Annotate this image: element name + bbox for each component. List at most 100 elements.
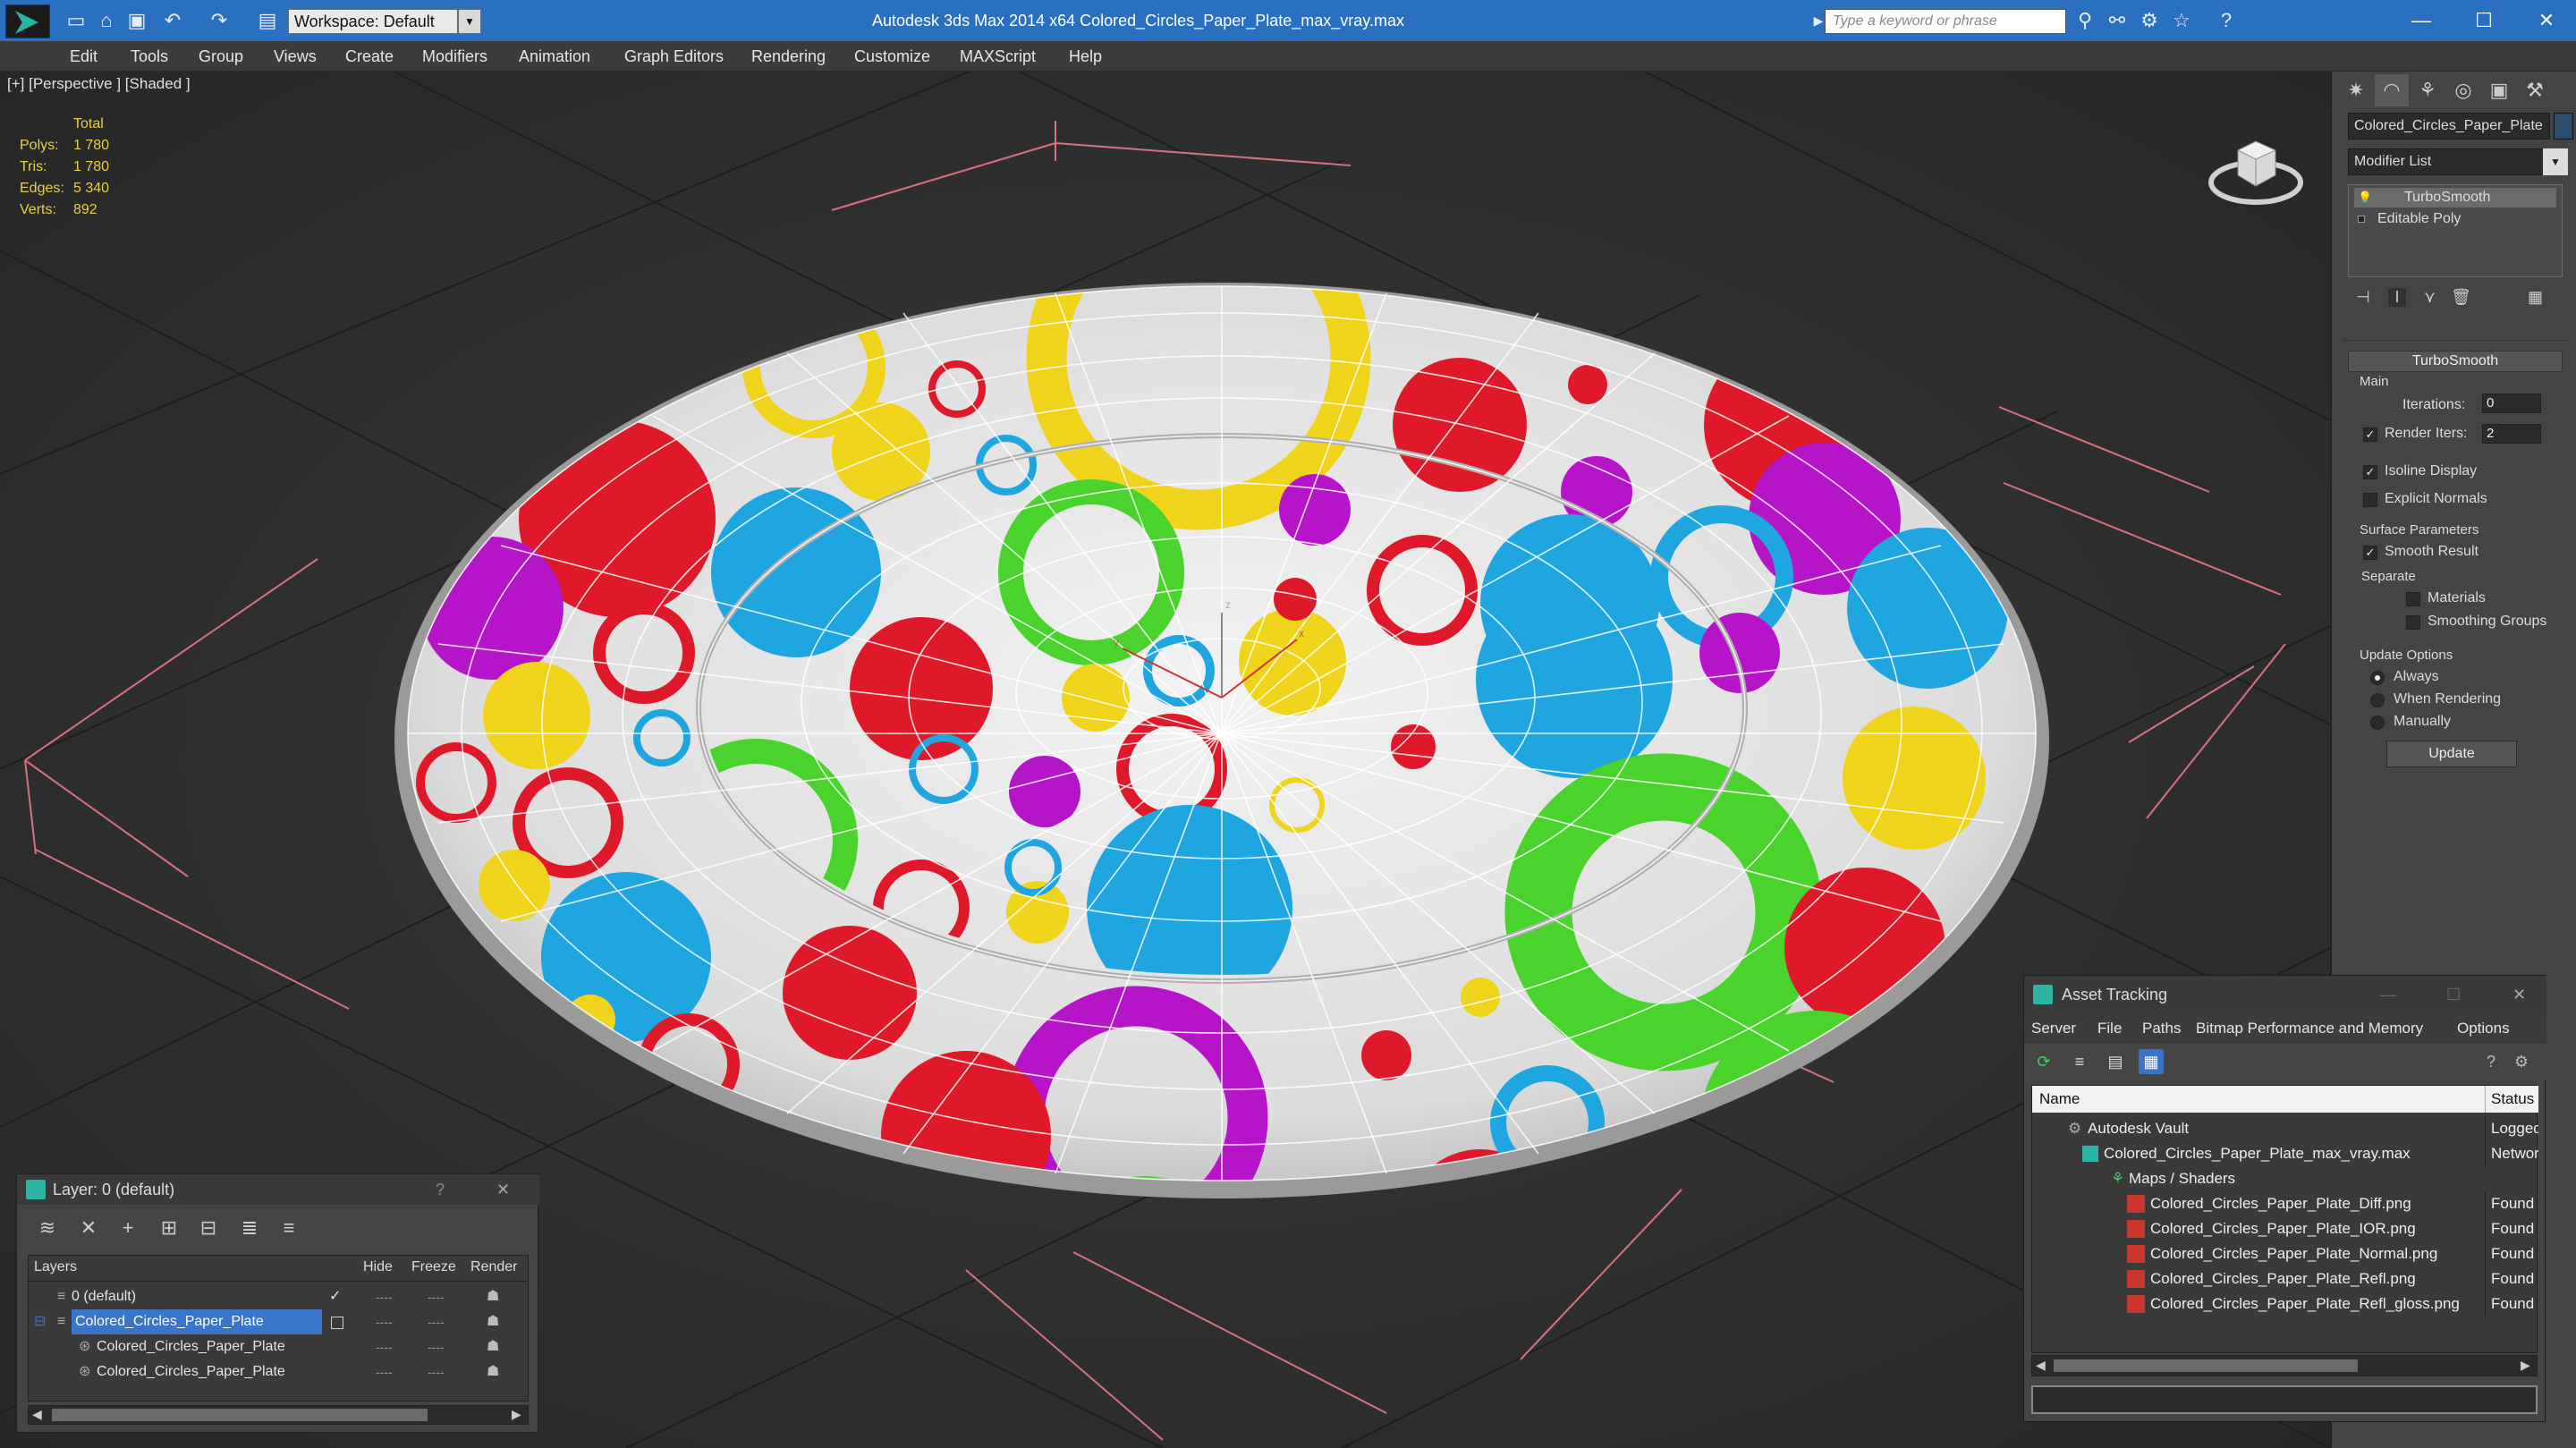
close-button[interactable]: ✕ <box>2515 0 2576 41</box>
render-iters-checkbox[interactable]: ✓ <box>2363 428 2377 442</box>
layer-name[interactable]: Colored_Circles_Paper_Plate <box>72 1309 322 1334</box>
highlight-layer-icon[interactable]: ≣ <box>237 1215 262 1241</box>
select-objects-icon[interactable]: ⊟ <box>196 1215 221 1241</box>
asset-menu-paths[interactable]: Paths <box>2142 1013 2181 1044</box>
menu-views[interactable]: Views <box>274 41 317 72</box>
hide-toggle[interactable]: ---- <box>376 1334 393 1359</box>
render-toggle-icon[interactable]: ☗ <box>487 1309 499 1334</box>
app-logo-icon[interactable] <box>5 4 50 38</box>
pin-stack-icon[interactable]: ⊣ <box>2356 288 2370 307</box>
scroll-left-icon[interactable]: ◀ <box>2036 1358 2046 1373</box>
asset-path-input[interactable] <box>2031 1385 2538 1414</box>
asset-row-file[interactable]: Colored_Circles_Paper_Plate_Refl_gloss.p… <box>2032 1291 2538 1317</box>
freeze-toggle[interactable]: ---- <box>428 1334 445 1359</box>
asset-row-file[interactable]: Colored_Circles_Paper_Plate_Refl.png Fou… <box>2032 1266 2538 1291</box>
asset-row-maps-shaders[interactable]: ⚘ Maps / Shaders <box>2032 1166 2538 1191</box>
asset-horizontal-scrollbar[interactable]: ◀ ▶ <box>2031 1355 2538 1376</box>
minimize-button[interactable]: — <box>2390 0 2453 41</box>
configure-modifier-sets-icon[interactable]: ▦ <box>2528 288 2543 307</box>
menu-group[interactable]: Group <box>199 41 243 72</box>
isoline-display-checkbox[interactable]: ✓ <box>2363 465 2377 479</box>
menu-customize[interactable]: Customize <box>854 41 930 72</box>
turbosmooth-rollout-header[interactable]: TurboSmooth <box>2348 351 2563 372</box>
hide-column-header[interactable]: Hide <box>363 1259 393 1275</box>
table-view-icon[interactable]: ▦ <box>2139 1049 2164 1074</box>
viewport-label[interactable]: [+] [Perspective ] [Shaded ] <box>7 75 191 93</box>
settings-icon[interactable]: ⚙ <box>2509 1049 2534 1074</box>
when-rendering-radio[interactable] <box>2370 693 2385 707</box>
workspace-dropdown[interactable]: Workspace: Default <box>288 9 458 34</box>
menu-edit[interactable]: Edit <box>70 41 97 72</box>
expand-icon[interactable]: ⊟ <box>34 1309 46 1334</box>
hide-all-icon[interactable]: ≡ <box>276 1215 301 1241</box>
show-end-result-icon[interactable]: I <box>2388 288 2406 307</box>
status-column-header[interactable]: Status <box>2485 1086 2534 1113</box>
render-iters-spinner[interactable]: 2 <box>2482 424 2541 444</box>
layers-column-header[interactable]: Layers <box>34 1259 77 1275</box>
viewcube-icon[interactable] <box>2207 116 2304 213</box>
communication-center-icon[interactable]: ⚙ <box>2138 9 2161 32</box>
scroll-right-icon[interactable]: ▶ <box>512 1407 521 1422</box>
asset-menu-file[interactable]: File <box>2097 1013 2122 1044</box>
asset-row-file[interactable]: Colored_Circles_Paper_Plate_Diff.png Fou… <box>2032 1191 2538 1216</box>
menu-help[interactable]: Help <box>1069 41 1102 72</box>
display-tab-icon[interactable]: ▣ <box>2482 74 2516 106</box>
menu-modifiers[interactable]: Modifiers <box>422 41 487 72</box>
remove-modifier-icon[interactable]: 🗑 <box>2451 288 2471 307</box>
layer-panel-title[interactable]: Layer: 0 (default) <box>17 1174 539 1205</box>
iterations-spinner[interactable]: 0 <box>2482 394 2541 413</box>
workspace-dropdown-arrow-icon[interactable]: ▼ <box>458 9 481 34</box>
asset-row-max-file[interactable]: Colored_Circles_Paper_Plate_max_vray.max… <box>2032 1141 2538 1166</box>
menu-tools[interactable]: Tools <box>131 41 168 72</box>
create-tab-icon[interactable]: ✷ <box>2339 74 2373 106</box>
object-name[interactable]: Colored_Circles_Paper_Plate <box>97 1334 285 1359</box>
menu-animation[interactable]: Animation <box>519 41 590 72</box>
manually-radio[interactable] <box>2370 716 2385 730</box>
open-file-icon[interactable]: ⌂ <box>95 9 118 32</box>
object-row[interactable]: ⊛ Colored_Circles_Paper_Plate ---- ---- … <box>30 1334 526 1359</box>
folder-view-icon[interactable]: ▤ <box>2103 1049 2128 1074</box>
current-layer-check-icon[interactable]: ✓ <box>329 1284 341 1309</box>
update-button[interactable]: Update <box>2386 741 2517 767</box>
freeze-toggle[interactable]: ---- <box>428 1309 445 1334</box>
layer-row-colored-circles[interactable]: ⊟ ≡ Colored_Circles_Paper_Plate ---- ---… <box>30 1309 526 1334</box>
modifier-list-dropdown[interactable]: Modifier List <box>2348 148 2555 175</box>
new-file-icon[interactable]: ▭ <box>64 9 88 32</box>
scroll-thumb[interactable] <box>52 1409 428 1421</box>
asset-close-button[interactable]: ✕ <box>2512 976 2526 1013</box>
layer-panel-help-button[interactable]: ? <box>436 1174 445 1205</box>
favorites-icon[interactable]: ☆ <box>2170 9 2193 32</box>
asset-menu-server[interactable]: Server <box>2031 1013 2076 1044</box>
freeze-toggle[interactable]: ---- <box>428 1284 445 1309</box>
binoculars-icon[interactable]: ⚲ <box>2073 9 2097 32</box>
list-view-icon[interactable]: ≡ <box>2067 1049 2092 1074</box>
project-folder-icon[interactable]: ▤ <box>256 9 279 32</box>
hierarchy-tab-icon[interactable]: ⚘ <box>2411 74 2445 106</box>
freeze-column-header[interactable]: Freeze <box>411 1259 456 1275</box>
scroll-right-icon[interactable]: ▶ <box>2521 1358 2530 1373</box>
make-unique-icon[interactable]: ⋎ <box>2424 288 2436 307</box>
render-toggle-icon[interactable]: ☗ <box>487 1284 499 1309</box>
asset-row-file[interactable]: Colored_Circles_Paper_Plate_IOR.png Foun… <box>2032 1216 2538 1241</box>
help-icon[interactable]: ? <box>2479 1049 2504 1074</box>
menu-graph-editors[interactable]: Graph Editors <box>624 41 724 72</box>
modify-tab-icon[interactable]: ◠ <box>2375 74 2409 106</box>
expand-icon[interactable] <box>2358 216 2365 223</box>
asset-row-vault[interactable]: ⚙ Autodesk Vault Logged <box>2032 1116 2538 1141</box>
smoothing-groups-checkbox[interactable] <box>2406 615 2420 630</box>
motion-tab-icon[interactable]: ◎ <box>2446 74 2480 106</box>
menu-maxscript[interactable]: MAXScript <box>960 41 1036 72</box>
scroll-thumb[interactable] <box>2054 1359 2358 1372</box>
layer-row-default[interactable]: ≡ 0 (default) ✓ ---- ---- ☗ <box>30 1284 526 1309</box>
name-column-header[interactable]: Name <box>2039 1086 2080 1113</box>
always-radio[interactable] <box>2370 671 2385 685</box>
make-current-checkbox[interactable] <box>331 1317 343 1329</box>
search-input[interactable]: Type a keyword or phrase <box>1825 9 2066 34</box>
layer-name[interactable]: 0 (default) <box>72 1284 136 1309</box>
menu-rendering[interactable]: Rendering <box>751 41 826 72</box>
freeze-toggle[interactable]: ---- <box>428 1359 445 1384</box>
layer-panel-close-button[interactable]: ✕ <box>496 1174 510 1205</box>
asset-minimize-button[interactable]: — <box>2380 976 2396 1013</box>
modifier-list-arrow-icon[interactable]: ▼ <box>2543 148 2568 175</box>
maximize-button[interactable]: ☐ <box>2453 0 2515 41</box>
